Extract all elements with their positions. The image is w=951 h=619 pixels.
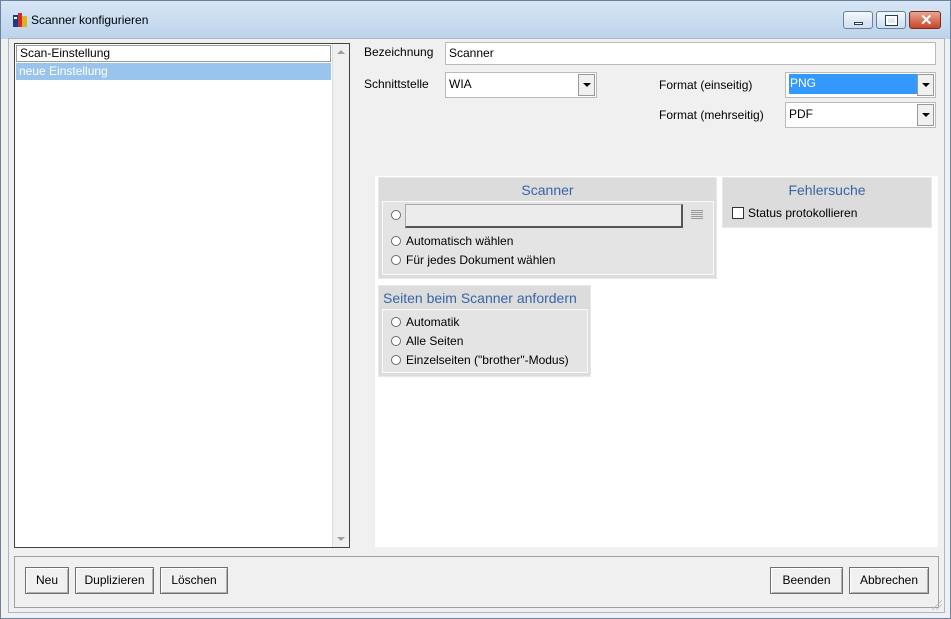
new-button[interactable]: Neu [25, 567, 69, 594]
format-einseitig-label: Format (einseitig) [659, 78, 753, 92]
window-title: Scanner konfigurieren [31, 13, 149, 27]
settings-list[interactable]: Scan-Einstellung neue Einstellung [14, 43, 350, 548]
schnittstelle-label: Schnittstelle [364, 77, 429, 91]
finish-button[interactable]: Beenden [770, 567, 843, 594]
each-document-label: Für jedes Dokument wählen [406, 253, 556, 267]
pages-group-title: Seiten beim Scanner anfordern [383, 290, 577, 306]
minimize-button[interactable] [843, 11, 873, 29]
list-icon[interactable] [691, 210, 703, 220]
duplicate-button[interactable]: Duplizieren [75, 567, 154, 594]
options-panel: Scanner Automatisch wählen Für jedes Dok… [374, 175, 939, 548]
pages-all-label: Alle Seiten [406, 334, 464, 348]
scroll-up-icon[interactable] [337, 50, 345, 54]
scanner-options: Automatisch wählen Für jedes Dokument wä… [382, 201, 714, 275]
cancel-button[interactable]: Abbrechen [849, 567, 929, 594]
each-document-radio[interactable] [391, 255, 401, 265]
log-status-label: Status protokollieren [748, 206, 858, 220]
log-status-checkbox[interactable] [732, 207, 744, 219]
pages-all-radio[interactable] [391, 336, 401, 346]
scanner-group-title: Scanner [521, 182, 574, 198]
pages-single-label: Einzelseiten ("brother"-Modus) [406, 353, 569, 367]
close-icon: ✕ [920, 12, 933, 29]
bezeichnung-label: Bezeichnung [364, 45, 434, 59]
resize-grip-icon[interactable] [932, 600, 942, 610]
scanner-device-field[interactable] [405, 204, 683, 228]
minimize-icon [854, 22, 863, 25]
scanner-group: Scanner Automatisch wählen Für jedes Dok… [378, 177, 717, 279]
auto-select-radio[interactable] [391, 236, 401, 246]
schnittstelle-value: WIA [449, 77, 472, 91]
list-scrollbar[interactable] [332, 44, 349, 547]
scanner-app-icon [12, 12, 28, 28]
bezeichnung-input[interactable]: Scanner [445, 42, 936, 65]
list-header[interactable]: Scan-Einstellung [16, 45, 331, 62]
title-bar[interactable]: Scanner konfigurieren ✕ [1, 1, 950, 39]
chevron-down-icon[interactable] [578, 74, 595, 96]
pages-group: Seiten beim Scanner anfordern Automatik … [378, 285, 591, 377]
format-mehrseitig-label: Format (mehrseitig) [659, 108, 764, 122]
schnittstelle-select[interactable]: WIA [445, 72, 597, 98]
maximize-button[interactable] [876, 11, 906, 29]
restore-icon [885, 15, 898, 26]
button-bar: Neu Duplizieren Löschen Beenden Abbreche… [14, 556, 939, 608]
format-einseitig-select[interactable]: PNG [785, 72, 936, 98]
dialog-window: Scanner konfigurieren ✕ Scan-Einstellung… [0, 0, 951, 619]
format-einseitig-value: PNG [789, 74, 917, 94]
format-mehrseitig-value: PDF [789, 107, 813, 121]
pages-options: Automatik Alle Seiten Einzelseiten ("bro… [382, 309, 588, 373]
format-mehrseitig-select[interactable]: PDF [785, 102, 936, 128]
chevron-down-icon[interactable] [917, 74, 934, 96]
close-button[interactable]: ✕ [909, 11, 941, 29]
chevron-down-icon[interactable] [917, 104, 934, 126]
debug-group-title: Fehlersuche [788, 182, 866, 198]
pages-auto-label: Automatik [406, 315, 460, 329]
dialog-content: Scan-Einstellung neue Einstellung Bezeic… [8, 38, 945, 613]
delete-button[interactable]: Löschen [160, 567, 228, 594]
scroll-down-icon[interactable] [337, 537, 345, 541]
scanner-device-radio[interactable] [391, 210, 401, 220]
pages-single-radio[interactable] [391, 355, 401, 365]
debug-group: Fehlersuche Status protokollieren [722, 177, 932, 228]
auto-select-label: Automatisch wählen [406, 234, 514, 248]
pages-auto-radio[interactable] [391, 317, 401, 327]
list-item[interactable]: neue Einstellung [16, 63, 331, 80]
